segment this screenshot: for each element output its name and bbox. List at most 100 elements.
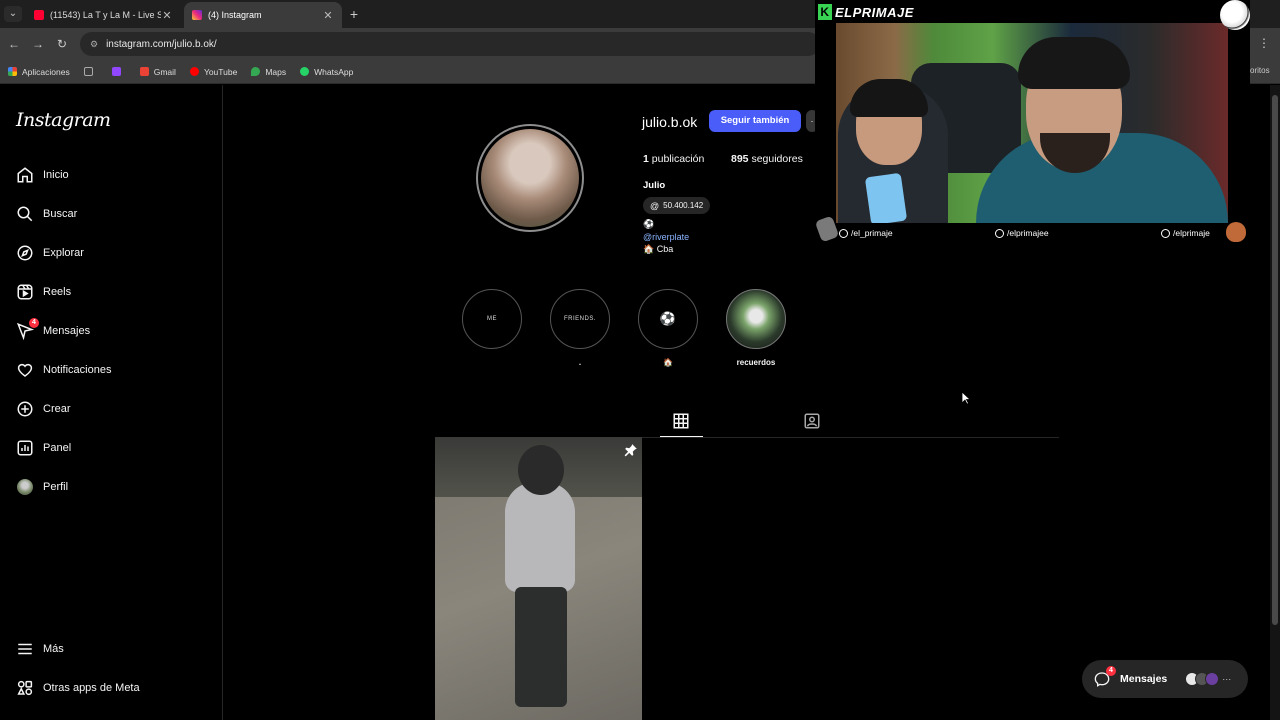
mate-icon <box>1226 222 1246 242</box>
football-icon <box>1220 0 1250 30</box>
sidebar-item-inicio[interactable]: Inicio <box>16 163 69 187</box>
sidebar-item-label: Mensajes <box>43 325 91 337</box>
followers-stat[interactable]: 895 seguidores <box>731 153 803 165</box>
twitch-icon <box>111 67 121 76</box>
sidebar-item-panel[interactable]: Panel <box>16 436 71 460</box>
tab-search-chevron-icon[interactable]: ⌄ <box>4 6 22 22</box>
sidebar-item-perfil[interactable]: Perfil <box>16 475 68 499</box>
threads-badge[interactable]: @ 50.400.142 <box>643 197 711 214</box>
sidebar-item-buscar[interactable]: Buscar <box>16 202 77 226</box>
overlay-social-instagram: /elprimajee <box>995 227 1049 239</box>
apps-grid-icon <box>8 67 17 76</box>
reels-icon <box>16 283 34 301</box>
bookmark-whatsapp[interactable]: WhatsApp <box>300 67 353 77</box>
highlight-label: recuerdos <box>736 358 776 367</box>
home-icon <box>16 166 34 184</box>
site-info-icon[interactable]: ⚙ <box>90 39 98 50</box>
tab-close-icon[interactable]: ✕ <box>161 9 173 22</box>
followers-count: 895 <box>731 153 749 165</box>
avatar <box>1205 672 1220 686</box>
highlight-label: . <box>578 358 582 367</box>
sidebar-item-mensajes[interactable]: 4 Mensajes <box>16 318 91 343</box>
tab-close-icon[interactable]: ✕ <box>322 9 334 22</box>
brand-name: ELPRIMAJE <box>835 4 914 20</box>
address-bar[interactable]: ⚙ instagram.com/julio.b.ok/ <box>80 32 820 56</box>
bookmarks-overflow[interactable]: oritos <box>1250 66 1270 75</box>
threads-icon: @ <box>650 200 660 211</box>
sidebar-item-mas[interactable]: Más <box>16 637 64 661</box>
forward-arrow-icon[interactable]: → <box>30 36 46 52</box>
bio-emoji: ⚽ <box>643 219 655 229</box>
reload-icon[interactable]: ↻ <box>54 36 70 52</box>
story-highlight[interactable]: ⚽ 🏠 <box>638 289 698 368</box>
bookmark-apps[interactable]: Aplicaciones <box>8 67 70 77</box>
sidebar-item-explorar[interactable]: Explorar <box>16 241 84 265</box>
tab-tagged[interactable] <box>803 412 821 430</box>
sidebar-item-label: Más <box>43 643 64 655</box>
sidebar-item-label: Otras apps de Meta <box>43 682 140 694</box>
post-thumbnail[interactable] <box>435 437 642 720</box>
bookmark-label: Gmail <box>153 66 176 77</box>
highlight-cover: FRIENDS. <box>550 289 610 349</box>
bookmark-gmail[interactable]: Gmail <box>139 66 176 77</box>
whatsapp-icon <box>300 67 310 76</box>
sidebar-item-label: Perfil <box>43 481 69 493</box>
followers-label: seguidores <box>751 153 803 165</box>
notification-badge: 4 <box>1106 666 1116 676</box>
grid-icon <box>83 67 93 76</box>
kick-icon <box>1161 228 1170 238</box>
posts-count: 1 <box>643 153 649 165</box>
sidebar-item-otras-apps[interactable]: Otras apps de Meta <box>16 676 140 700</box>
search-icon <box>16 205 34 223</box>
sidebar-item-crear[interactable]: Crear <box>16 397 71 421</box>
follow-back-button[interactable]: Seguir también <box>709 110 801 132</box>
messenger-icon: 4 <box>1094 666 1116 687</box>
messenger-icon: 4 <box>16 318 39 340</box>
bookmark-maps[interactable]: Maps <box>251 67 286 77</box>
back-arrow-icon[interactable]: ← <box>6 36 22 52</box>
social-handle: /elprimajee <box>1007 228 1049 238</box>
sidebar-item-label: Explorar <box>43 247 84 259</box>
page-scrollbar-thumb[interactable] <box>1272 95 1278 625</box>
tagged-person-icon <box>804 413 820 429</box>
tab-title: (11543) La T y La M - Live Set <box>50 10 161 20</box>
sidebar-item-label: Inicio <box>43 169 69 181</box>
sidebar-item-reels[interactable]: Reels <box>16 280 71 304</box>
bookmark-label: YouTube <box>203 66 238 77</box>
bio-mention-link[interactable]: @riverplate <box>643 232 689 242</box>
posts-label: publicación <box>651 153 705 165</box>
posts-count-stat: 1 publicación <box>643 153 704 165</box>
instagram-favicon-icon <box>192 10 202 20</box>
messages-floating-button[interactable]: 4 Mensajes ··· <box>1082 660 1248 698</box>
sidebar-item-label: Panel <box>43 442 72 454</box>
story-highlight[interactable]: ME <box>462 289 522 368</box>
tab-posts-grid[interactable] <box>672 412 690 430</box>
maps-icon <box>251 67 261 76</box>
bookmark-youtube[interactable]: YouTube <box>189 66 238 77</box>
youtube-icon <box>189 67 199 76</box>
tab-title: (4) Instagram <box>208 10 262 20</box>
social-handle: /elprimaje <box>1173 228 1210 238</box>
sidebar-item-label: Reels <box>43 286 72 298</box>
menu-icon <box>16 640 34 658</box>
browser-tab-youtube[interactable]: (11543) La T y La M - Live Set ✕ <box>26 2 181 28</box>
profile-full-name: Julio <box>643 180 666 191</box>
browser-menu-kebab-icon[interactable]: ⋮ <box>1258 36 1270 50</box>
bio-location: 🏠 Cba <box>643 244 674 254</box>
youtube-favicon-icon <box>34 10 44 20</box>
sidebar-item-notificaciones[interactable]: Notificaciones <box>16 358 111 382</box>
kick-logo-icon: K <box>818 4 832 20</box>
story-highlight[interactable]: FRIENDS. . <box>550 289 610 368</box>
profile-avatar[interactable] <box>476 124 584 232</box>
browser-tab-instagram[interactable]: (4) Instagram ✕ <box>184 2 342 28</box>
instagram-icon <box>995 228 1004 238</box>
new-tab-plus-icon[interactable]: + <box>347 6 361 22</box>
bookmark-grid[interactable] <box>83 67 98 76</box>
overlay-social-kick: /elprimaje <box>1161 227 1210 239</box>
meta-apps-icon <box>16 679 34 697</box>
instagram-logo[interactable]: Instagram <box>16 109 111 131</box>
recent-chat-avatars: ··· <box>1185 672 1231 686</box>
bookmark-twitch[interactable] <box>111 67 126 76</box>
notification-badge: 4 <box>29 318 39 328</box>
story-highlight[interactable]: recuerdos <box>726 289 786 368</box>
